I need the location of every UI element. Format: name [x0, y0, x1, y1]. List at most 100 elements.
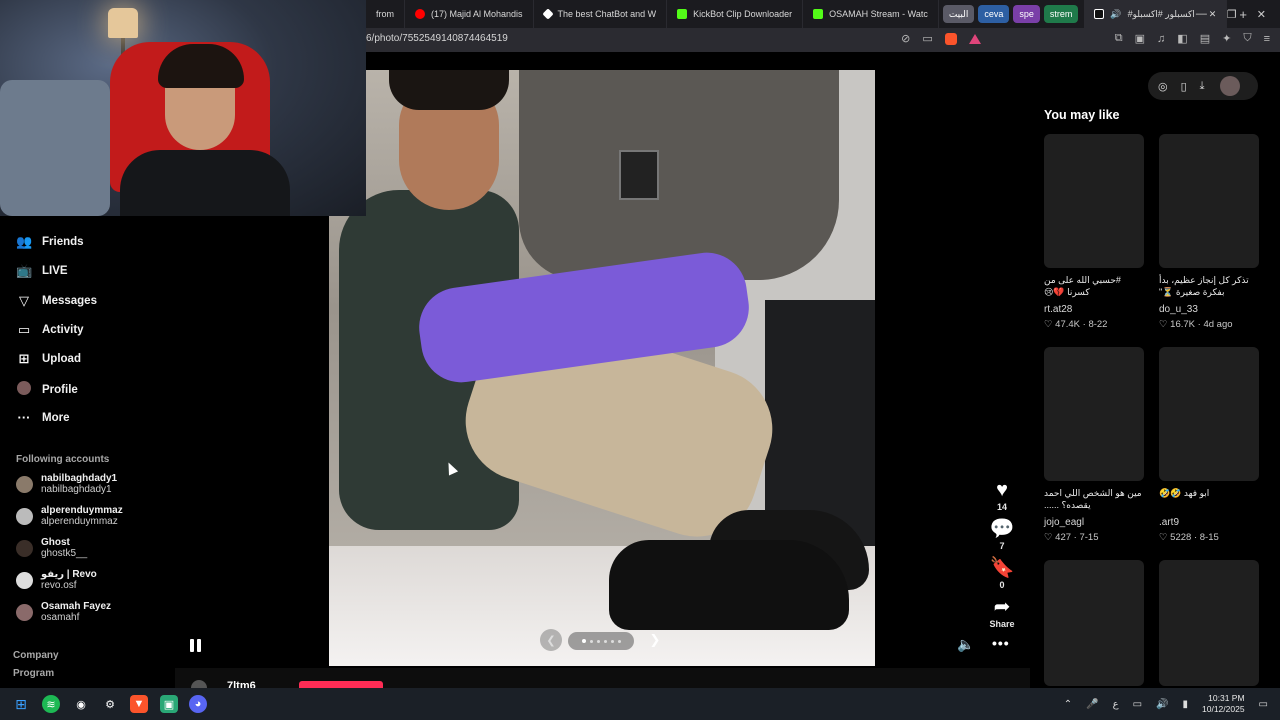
recommended-card[interactable]: تذكر كل إنجاز عظيم، بدأ بفكرة صغيرة ⏳" #… — [1159, 134, 1259, 330]
browser-tab[interactable]: (17) Majid Al Mohandis — [405, 0, 534, 28]
discord-icon[interactable]: ◕ — [189, 695, 207, 713]
pause-button[interactable] — [186, 636, 204, 654]
network-icon[interactable]: ▭ — [1133, 699, 1142, 710]
following-account[interactable]: Osamah Fayez osamahf — [16, 601, 111, 623]
recommended-card[interactable] — [1159, 560, 1259, 686]
recommended-card[interactable]: #حسبي الله على من كسرنا 💔😢 rt.at28 ♡ 47.… — [1044, 134, 1144, 330]
photo-background-person — [519, 70, 839, 280]
kick-icon — [677, 9, 688, 19]
kick-icon — [813, 9, 824, 19]
card-thumbnail[interactable] — [1159, 560, 1259, 686]
following-account[interactable]: Ghost ghostk5__ — [16, 537, 87, 559]
obs-icon[interactable]: ◉ — [72, 695, 90, 713]
sidebar-item-more[interactable]: ··· More — [16, 410, 70, 425]
tab-group-pill[interactable]: strem — [1043, 5, 1079, 23]
sidebar-item-activity[interactable]: ▭ Activity — [16, 322, 84, 338]
user-avatar[interactable] — [1219, 76, 1240, 96]
browser-tab[interactable]: OSAMAH Stream - Watc — [803, 0, 939, 28]
cast-icon[interactable]: ▭ — [922, 32, 932, 45]
menu-icon[interactable]: ≡ — [1264, 33, 1270, 45]
leo-ai-icon[interactable]: ✦ — [1222, 32, 1231, 45]
author-avatar[interactable] — [191, 680, 207, 688]
sidebar-toggle-icon[interactable]: ▣ — [1135, 32, 1145, 45]
share-button[interactable]: ➦ Share — [985, 597, 1019, 629]
card-thumbnail[interactable] — [1159, 134, 1259, 268]
carousel-prev-button[interactable]: ❮ — [540, 629, 562, 651]
streamer-body-shape — [120, 150, 290, 216]
card-thumbnail[interactable] — [1044, 560, 1144, 686]
tab-group-pill[interactable]: spe — [1013, 5, 1040, 23]
save-button[interactable]: 🔖 0 — [985, 558, 1019, 590]
more-options-icon[interactable]: ••• — [992, 635, 1010, 651]
download-icon[interactable]: ⤓ — [1200, 80, 1205, 93]
recommended-card[interactable]: مين هو الشخص اللي احمد يقصده؟ ...... joj… — [1044, 347, 1144, 543]
sidebar-item-live[interactable]: 📺 LIVE — [16, 263, 68, 279]
card-username[interactable]: jojo_eagl — [1044, 517, 1144, 528]
tab-label: KickBot Clip Downloader — [693, 9, 793, 19]
sidebar-item-friends[interactable]: 👥 Friends — [16, 234, 84, 250]
app-icon[interactable]: ▣ — [160, 695, 178, 713]
browser-tab[interactable]: from — [366, 0, 405, 28]
browser-tab[interactable]: KickBot Clip Downloader — [667, 0, 804, 28]
split-view-icon[interactable]: ◧ — [1177, 32, 1187, 45]
post-photo[interactable] — [329, 70, 875, 666]
app-icon[interactable]: ⚙ — [101, 695, 119, 713]
volume-icon[interactable]: 🔈 — [957, 636, 974, 653]
clock[interactable]: 10:31 PM 10/12/2025 — [1202, 693, 1245, 715]
card-username[interactable]: do_u_33 — [1159, 304, 1259, 315]
extensions-icon[interactable]: ⧉ — [1115, 32, 1123, 45]
footer-link-company[interactable]: Company — [13, 650, 59, 661]
maximize-button[interactable]: ❐ — [1227, 8, 1237, 21]
sidebar-item-label: LIVE — [42, 265, 68, 277]
speaker-icon[interactable]: 🔊 — [1156, 699, 1168, 710]
device-icon[interactable]: ▯ — [1181, 80, 1187, 93]
sidebar-item-messages[interactable]: ▽ Messages — [16, 293, 97, 309]
following-account[interactable]: nabilbaghdady1 nabilbaghdady1 — [16, 473, 117, 495]
card-thumbnail[interactable] — [1044, 134, 1144, 268]
url-field[interactable]: 6/photo/7552549140874464519 — [366, 33, 508, 44]
coin-icon[interactable]: ◎ — [1158, 80, 1168, 93]
microphone-icon[interactable]: 🎤 — [1086, 699, 1098, 710]
shields-off-icon[interactable]: ⊘ — [901, 32, 910, 45]
more-icon: ··· — [17, 410, 31, 425]
vpn-icon[interactable]: ⛉ — [1243, 32, 1251, 45]
brave-rewards-icon[interactable] — [968, 33, 981, 44]
bookmark-icon: 🔖 — [989, 557, 1015, 579]
card-username[interactable]: .art9 — [1159, 517, 1259, 528]
sidebar-item-profile[interactable]: Profile — [16, 381, 78, 398]
card-thumbnail[interactable] — [1044, 347, 1144, 481]
account-name: alperenduymmaz — [41, 505, 123, 516]
minimize-button[interactable]: — — [1196, 8, 1207, 20]
like-button[interactable]: ♥ 14 — [985, 480, 1019, 512]
tab-group-pill[interactable]: البيت — [942, 5, 975, 23]
following-account[interactable]: ريفو | Revo revo.osf — [16, 569, 97, 591]
following-account[interactable]: alperenduymmaz alperenduymmaz — [16, 505, 123, 527]
recommended-card[interactable] — [1044, 560, 1144, 686]
carousel-next-button[interactable]: ❯ — [644, 629, 666, 651]
sidebar-item-label: Activity — [42, 324, 84, 336]
media-icon[interactable]: ♫ — [1157, 33, 1165, 45]
tab-group-pill[interactable]: ceva — [978, 5, 1010, 23]
card-username[interactable]: rt.at28 — [1044, 304, 1144, 315]
footer-link-program[interactable]: Program — [13, 668, 54, 679]
heart-outline-icon: ♡ — [1159, 532, 1168, 543]
following-accounts-title: Following accounts — [16, 454, 110, 465]
card-thumbnail[interactable] — [1159, 347, 1259, 481]
spotify-icon[interactable]: ≋ — [42, 695, 60, 713]
notification-icon[interactable]: ▭ — [1259, 699, 1268, 710]
sidebar-item-upload[interactable]: ⊞ Upload — [16, 351, 81, 367]
brave-browser-icon[interactable]: ▼ — [130, 695, 148, 713]
language-indicator[interactable]: ع — [1113, 699, 1119, 710]
chevron-up-icon[interactable]: ⌃ — [1064, 699, 1072, 710]
wallet-icon[interactable]: ▤ — [1200, 32, 1210, 45]
tab-label: from — [376, 9, 394, 19]
photo-carousel-controls: ❮ ❯ — [540, 628, 670, 654]
browser-tab[interactable]: The best ChatBot and W — [534, 0, 668, 28]
close-window-button[interactable]: ✕ — [1257, 8, 1266, 21]
brave-shields-icon[interactable] — [944, 32, 957, 45]
comment-button[interactable]: 💬 7 — [985, 519, 1019, 551]
share-label: Share — [989, 619, 1015, 629]
windows-start-icon[interactable]: ⊞ — [12, 695, 30, 713]
recommended-card[interactable]: ابو فهد 🤣🤣 .art9 ♡ 5228 · 8-15 — [1159, 347, 1259, 543]
battery-icon[interactable]: ▮ — [1182, 699, 1188, 710]
